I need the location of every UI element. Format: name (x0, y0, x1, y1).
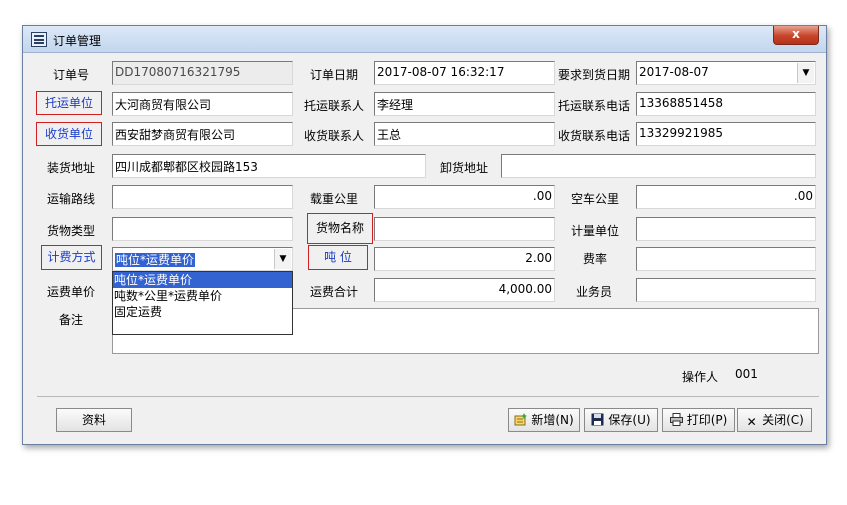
remarks-label: 备注 (59, 313, 84, 327)
rate-field[interactable] (636, 247, 816, 271)
required-date-picker[interactable]: 2017-08-07 ▼ (636, 61, 816, 85)
printer-icon (669, 411, 683, 426)
billing-method-value: 吨位*运费单价 (115, 253, 196, 267)
operator-value: 001 (735, 367, 758, 381)
load-address-field[interactable]: 四川成都郫都区校园路153 (112, 154, 426, 178)
consignee-unit-label: 收货单位 (36, 122, 102, 146)
operator-label: 操作人 (682, 370, 719, 384)
billing-option[interactable]: 吨数*公里*运费单价 (113, 288, 292, 304)
chevron-down-icon[interactable]: ▼ (274, 249, 291, 269)
required-date-value: 2017-08-07 (639, 65, 709, 79)
order-management-window: 订单管理 x 订单号 DD17080716321795 订单日期 2017-08… (22, 25, 827, 445)
goods-type-field[interactable] (112, 217, 293, 241)
consignee-phone-field[interactable]: 13329921985 (636, 122, 816, 146)
tonnage-label: 吨 位 (308, 245, 368, 270)
freight-total-field[interactable]: 4,000.00 (374, 278, 555, 302)
unit-measure-field[interactable] (636, 217, 816, 241)
empty-km-field[interactable]: .00 (636, 185, 816, 209)
consignee-contact-field[interactable]: 王总 (374, 122, 555, 146)
billing-method-dropdown: 吨位*运费单价 吨数*公里*运费单价 固定运费 (112, 271, 293, 335)
goods-type-label: 货物类型 (47, 224, 96, 238)
empty-km-label: 空车公里 (571, 192, 620, 206)
close-button[interactable]: ✕ 关闭(C) (737, 408, 812, 432)
close-icon: ✕ (746, 415, 757, 429)
billing-option[interactable]: 固定运费 (113, 304, 292, 320)
close-button-label: 关闭(C) (762, 413, 804, 427)
salesman-label: 业务员 (576, 285, 613, 299)
save-button-label: 保存(U) (608, 413, 651, 427)
shipper-contact-field[interactable]: 李经理 (374, 92, 555, 116)
chevron-down-icon[interactable]: ▼ (797, 63, 814, 83)
shipper-unit-field[interactable]: 大河商贸有限公司 (112, 92, 293, 116)
order-date-field[interactable]: 2017-08-07 16:32:17 (374, 61, 555, 85)
data-button[interactable]: 资料 (56, 408, 132, 432)
unit-measure-label: 计量单位 (571, 224, 620, 238)
window-close-button[interactable]: x (773, 26, 819, 45)
route-label: 运输路线 (47, 192, 96, 206)
add-button-label: 新增(N) (531, 413, 574, 427)
shipper-phone-label: 托运联系电话 (558, 99, 631, 113)
print-button[interactable]: 打印(P) (662, 408, 735, 432)
shipper-phone-field[interactable]: 13368851458 (636, 92, 816, 116)
add-button[interactable]: 新增(N) (508, 408, 580, 432)
load-address-label: 装货地址 (47, 161, 96, 175)
print-button-label: 打印(P) (686, 413, 728, 427)
title-bar: 订单管理 x (23, 26, 826, 53)
freight-total-label: 运费合计 (310, 285, 359, 299)
route-field[interactable] (112, 185, 293, 209)
shipper-contact-label: 托运联系人 (304, 99, 365, 113)
shipper-unit-label: 托运单位 (36, 91, 102, 115)
unload-address-label: 卸货地址 (440, 161, 489, 175)
order-no-field[interactable]: DD17080716321795 (112, 61, 293, 85)
consignee-phone-label: 收货联系电话 (558, 129, 631, 143)
goods-name-field[interactable] (374, 217, 555, 241)
consignee-contact-label: 收货联系人 (304, 129, 365, 143)
billing-option[interactable]: 吨位*运费单价 (113, 272, 292, 288)
order-no-label: 订单号 (53, 68, 90, 82)
freight-unit-price-label: 运费单价 (47, 285, 96, 299)
goods-name-label: 货物名称 (307, 213, 373, 244)
required-date-label: 要求到货日期 (558, 68, 631, 82)
save-button[interactable]: 保存(U) (584, 408, 658, 432)
salesman-field[interactable] (636, 278, 816, 302)
unload-address-field[interactable] (501, 154, 816, 178)
loaded-km-field[interactable]: .00 (374, 185, 555, 209)
tonnage-field[interactable]: 2.00 (374, 247, 555, 271)
new-icon (514, 411, 528, 426)
app-icon (31, 32, 47, 47)
window-title: 订单管理 (53, 34, 102, 48)
billing-method-select[interactable]: 吨位*运费单价 ▼ (112, 247, 293, 271)
loaded-km-label: 载重公里 (310, 192, 359, 206)
rate-label: 费率 (583, 252, 608, 266)
consignee-unit-field[interactable]: 西安甜梦商贸有限公司 (112, 122, 293, 146)
save-icon (591, 411, 604, 426)
billing-method-label: 计费方式 (41, 245, 102, 270)
order-date-label: 订单日期 (310, 68, 359, 82)
